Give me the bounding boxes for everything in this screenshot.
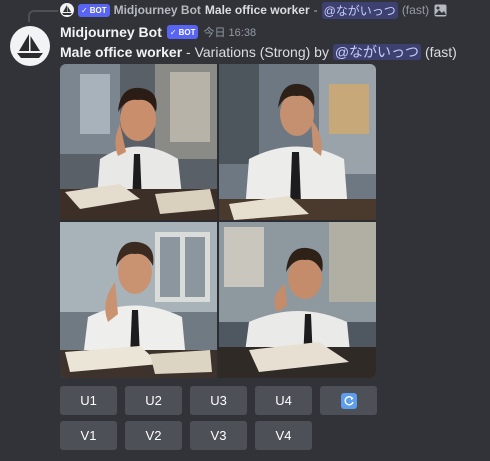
- sailboat-icon: [17, 34, 43, 58]
- message-prompt: Male office worker: [60, 44, 183, 60]
- message-view: ✓ BOT Midjourney Bot Male office worker …: [0, 0, 490, 461]
- reply-badge-label: BOT: [89, 5, 107, 15]
- v4-button[interactable]: V4: [255, 421, 312, 450]
- reply-author[interactable]: Midjourney Bot: [114, 3, 201, 17]
- image-tile-2[interactable]: [219, 64, 376, 220]
- v2-button[interactable]: V2: [125, 421, 182, 450]
- timestamp[interactable]: 今日 16:38: [203, 24, 256, 40]
- reply-bot-badge: ✓ BOT: [78, 3, 110, 17]
- message-mention[interactable]: @ながいっつ: [332, 44, 422, 60]
- message-text: - Variations (Strong) by: [182, 44, 333, 60]
- u2-button[interactable]: U2: [125, 386, 182, 415]
- image-tile-3[interactable]: [60, 222, 217, 378]
- reply-avatar[interactable]: [60, 3, 74, 17]
- image-icon: [433, 3, 447, 17]
- bot-badge-label: BOT: [178, 27, 196, 37]
- reply-prompt[interactable]: Male office worker: [205, 3, 310, 17]
- variation-button-row: V1 V2 V3 V4: [60, 421, 312, 450]
- refresh-icon: [340, 392, 357, 409]
- image-tile-1[interactable]: [60, 64, 217, 220]
- message-suffix: (fast): [421, 44, 457, 60]
- reply-connector: [28, 10, 58, 22]
- username[interactable]: Midjourney Bot: [60, 24, 162, 40]
- check-icon: ✓: [169, 27, 177, 37]
- u4-button[interactable]: U4: [255, 386, 312, 415]
- message-content: Male office worker - Variations (Strong)…: [60, 42, 457, 62]
- reroll-button[interactable]: [320, 386, 377, 415]
- v3-button[interactable]: V3: [190, 421, 247, 450]
- message-header: Midjourney Bot ✓ BOT 今日 16:38: [60, 22, 256, 42]
- u1-button[interactable]: U1: [60, 386, 117, 415]
- u3-button[interactable]: U3: [190, 386, 247, 415]
- reply-reference[interactable]: ✓ BOT Midjourney Bot Male office worker …: [60, 1, 447, 19]
- avatar[interactable]: [10, 26, 50, 66]
- bot-badge: ✓ BOT: [166, 25, 199, 39]
- image-grid[interactable]: [60, 64, 376, 378]
- check-icon: ✓: [81, 5, 88, 15]
- image-tile-4[interactable]: [219, 222, 376, 378]
- reply-mention[interactable]: @ながいっつ: [321, 1, 398, 19]
- reply-suffix: (fast): [401, 3, 430, 17]
- reply-separator: -: [313, 3, 318, 17]
- upscale-button-row: U1 U2 U3 U4: [60, 386, 377, 415]
- sailboat-icon: [62, 5, 72, 15]
- v1-button[interactable]: V1: [60, 421, 117, 450]
